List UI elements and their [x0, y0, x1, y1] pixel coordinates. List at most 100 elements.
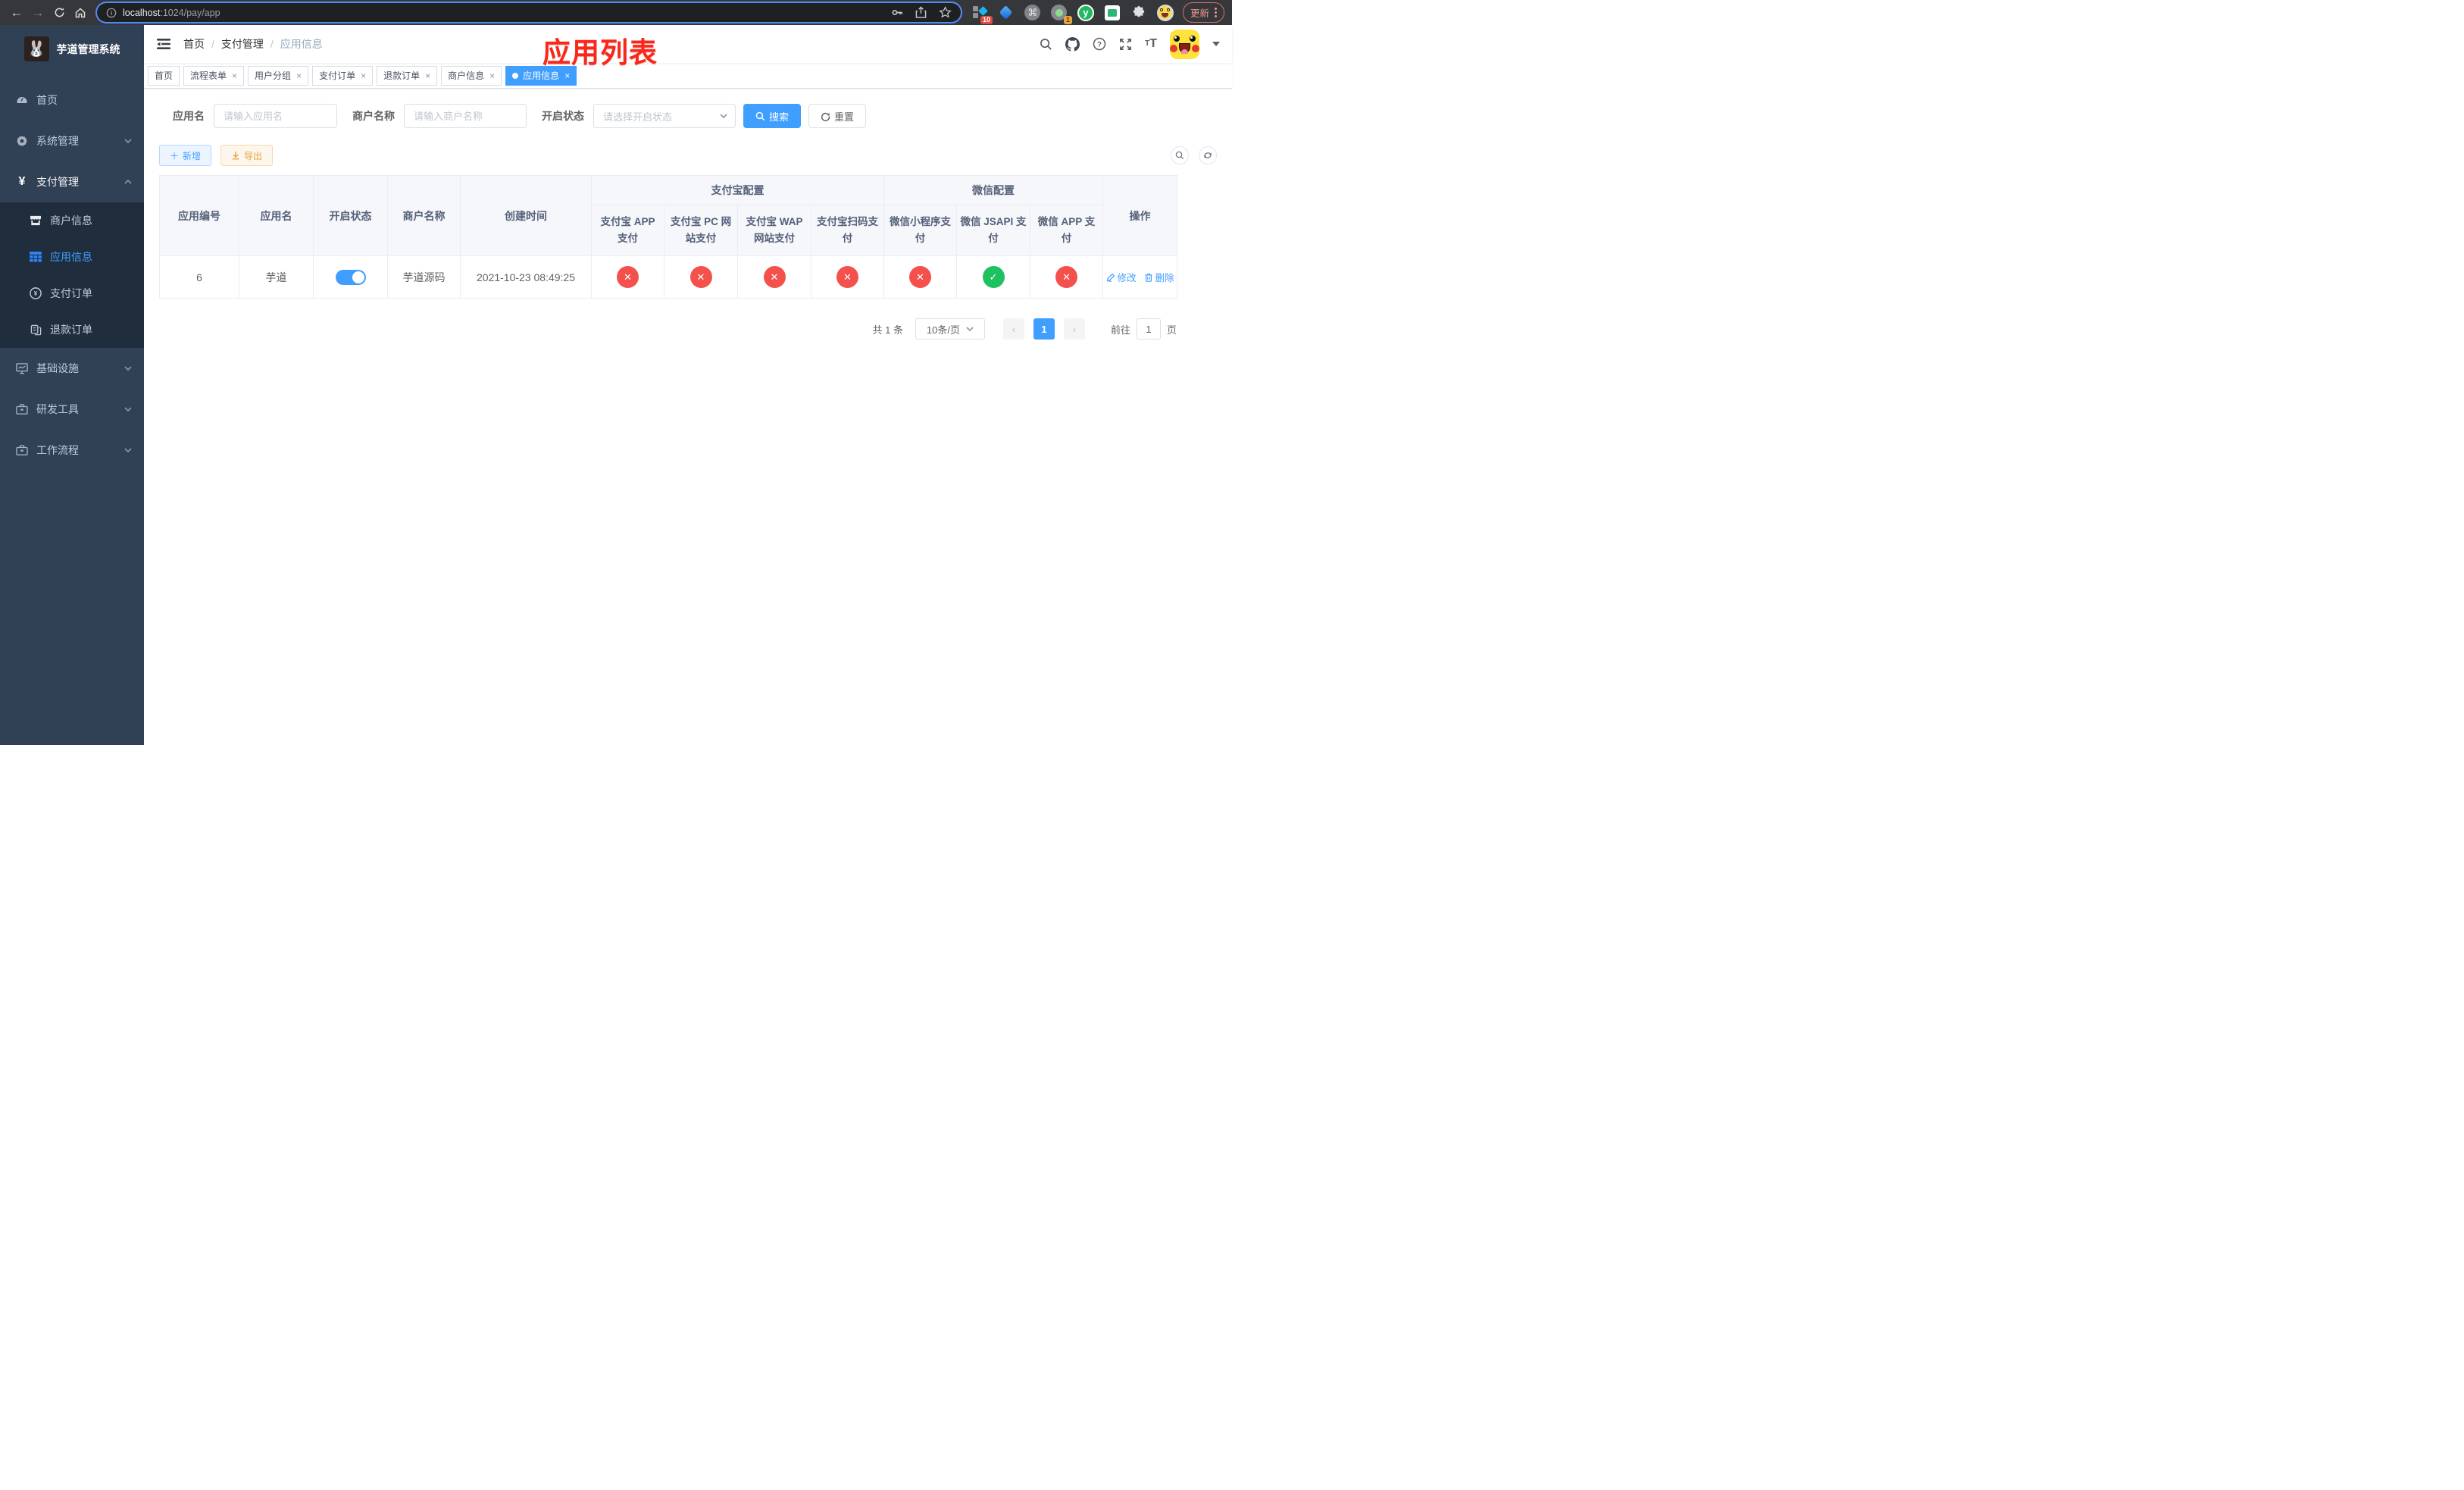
puzzle-extensions-menu-icon[interactable]	[1130, 5, 1147, 21]
sidebar-item-workflow[interactable]: 工作流程	[0, 430, 144, 471]
close-icon[interactable]: ×	[361, 70, 366, 81]
annotation-app-list: 应用列表	[543, 37, 658, 68]
avatar-caret-icon[interactable]	[1212, 42, 1220, 46]
tag-user-group[interactable]: 用户分组 ×	[248, 65, 309, 86]
chevron-down-icon	[124, 139, 132, 144]
tag-merchant-info[interactable]: 商户信息 ×	[441, 65, 502, 86]
browser-home-icon[interactable]	[70, 2, 91, 23]
close-icon[interactable]: ×	[564, 70, 570, 81]
refresh-table-button[interactable]	[1199, 146, 1217, 164]
sidebar-collapse-icon[interactable]	[156, 36, 171, 52]
sidebar-item-label: 工作流程	[36, 444, 79, 456]
alipay-app-status-icon: ✕	[617, 266, 639, 288]
document-copy-icon	[29, 324, 42, 336]
pagination: 共 1 条 10条/页 ‹ 1 › 前往 页	[159, 318, 1177, 340]
show-search-button[interactable]	[1171, 146, 1189, 164]
app-name-input[interactable]	[214, 104, 337, 128]
col-app-name: 应用名	[239, 175, 314, 256]
col-wx-mini: 微信小程序支付	[883, 205, 957, 256]
chevron-up-icon	[124, 179, 132, 184]
delete-link[interactable]: 删除	[1144, 270, 1174, 284]
breadcrumb-payment[interactable]: 支付管理	[221, 36, 264, 52]
command-extension-icon[interactable]: ⌘	[1024, 5, 1041, 21]
sidebar-item-app-info[interactable]: 应用信息	[0, 239, 144, 275]
tag-process-form[interactable]: 流程表单 ×	[183, 65, 245, 86]
sidebar-item-devtools[interactable]: 研发工具	[0, 389, 144, 430]
bookmark-star-icon[interactable]	[939, 6, 952, 19]
edit-link[interactable]: 修改	[1106, 270, 1137, 284]
alipay-pc-status-icon: ✕	[689, 266, 712, 288]
url-bar[interactable]: localhost:1024/pay/app	[97, 3, 961, 22]
tag-pay-order[interactable]: 支付订单 ×	[312, 65, 374, 86]
browser-reload-icon[interactable]	[48, 2, 70, 23]
yudao-extension-icon[interactable]: y	[1077, 4, 1094, 21]
reset-button[interactable]: 重置	[808, 104, 867, 128]
goto-page-input[interactable]	[1136, 318, 1161, 340]
kite-extension-icon[interactable]	[998, 5, 1015, 21]
page-unit-label: 页	[1166, 324, 1177, 336]
sidebar-item-pay-order[interactable]: ¥ 支付订单	[0, 275, 144, 311]
close-icon[interactable]: ×	[296, 70, 302, 81]
recorder-extension-icon[interactable]: 1	[1051, 5, 1072, 24]
sidebar-item-infrastructure[interactable]: 基础设施	[0, 348, 144, 389]
status-toggle[interactable]	[335, 269, 366, 285]
profile-avatar-icon[interactable]	[1156, 4, 1174, 21]
app-logo[interactable]: 🐰 芋道管理系统	[0, 25, 144, 72]
sidebar-item-refund-order[interactable]: 退款订单	[0, 311, 144, 348]
tag-home[interactable]: 首页	[148, 65, 180, 86]
search-icon	[1175, 151, 1184, 160]
export-button[interactable]: 导出	[220, 145, 274, 166]
font-size-icon[interactable]: TT	[1145, 38, 1157, 50]
sidebar-item-home[interactable]: 首页	[0, 80, 144, 121]
close-icon[interactable]: ×	[232, 70, 237, 81]
breadcrumb-separator: /	[211, 38, 214, 50]
breadcrumb-home[interactable]: 首页	[183, 36, 205, 52]
current-page[interactable]: 1	[1033, 318, 1055, 340]
next-page-button[interactable]: ›	[1063, 318, 1085, 340]
sidebar-item-label: 支付订单	[50, 287, 92, 299]
page-size-select[interactable]: 10条/页	[915, 318, 985, 340]
app-name-label: 应用名	[173, 110, 205, 122]
url-text: localhost:1024/pay/app	[123, 7, 220, 18]
header-search-icon[interactable]	[1040, 38, 1052, 51]
browser-update-menu[interactable]: 更新	[1182, 2, 1224, 23]
sidebar-extension-icon[interactable]: 10	[971, 5, 993, 24]
user-avatar[interactable]	[1170, 29, 1199, 59]
sidebar-item-system[interactable]: 系统管理	[0, 121, 144, 161]
payment-submenu: 商户信息 应用信息 ¥ 支付订单 退款订单	[0, 202, 144, 348]
browser-forward-icon[interactable]: →	[27, 2, 48, 23]
github-icon[interactable]	[1065, 36, 1080, 52]
sidebar-item-label: 应用信息	[50, 251, 92, 263]
chevron-down-icon	[720, 114, 727, 119]
close-icon[interactable]: ×	[489, 70, 495, 81]
help-icon[interactable]: ?	[1093, 37, 1106, 51]
search-button[interactable]: 搜索	[743, 104, 802, 128]
kebab-menu-icon	[1215, 8, 1217, 17]
site-info-icon[interactable]	[106, 8, 117, 18]
sidebar-item-label: 首页	[36, 94, 58, 106]
yen-circle-icon: ¥	[29, 287, 42, 299]
sidebar-item-merchant-info[interactable]: 商户信息	[0, 202, 144, 239]
merchant-name-input[interactable]	[404, 104, 527, 128]
page-content: 应用名 商户名称 开启状态 请选择开启状态 搜索 重置	[144, 89, 1232, 745]
col-group-wechat: 微信配置	[883, 175, 1104, 205]
goto-label: 前往	[1110, 324, 1130, 336]
col-group-alipay: 支付宝配置	[591, 175, 884, 205]
sidebar-item-label: 系统管理	[36, 135, 79, 147]
close-icon[interactable]: ×	[425, 70, 430, 81]
status-select[interactable]: 请选择开启状态	[593, 104, 736, 128]
extensions-strip: 10 ⌘ 1 y	[971, 4, 1174, 24]
password-key-icon[interactable]	[890, 6, 903, 19]
merchant-name-label: 商户名称	[352, 110, 395, 122]
sidebar-item-payment[interactable]: ¥ 支付管理	[0, 161, 144, 202]
chat-extension-icon[interactable]	[1104, 5, 1121, 21]
tag-refund-order[interactable]: 退款订单 ×	[377, 65, 438, 86]
update-label: 更新	[1190, 8, 1209, 19]
fullscreen-icon[interactable]	[1119, 38, 1132, 51]
add-button[interactable]: ＋新增	[159, 145, 212, 166]
extension-badge: 10	[980, 15, 993, 24]
filter-form: 应用名 商户名称 开启状态 请选择开启状态 搜索 重置	[173, 104, 1217, 128]
prev-page-button[interactable]: ‹	[1002, 318, 1024, 340]
share-icon[interactable]	[915, 6, 927, 19]
browser-back-icon[interactable]: ←	[6, 2, 27, 23]
